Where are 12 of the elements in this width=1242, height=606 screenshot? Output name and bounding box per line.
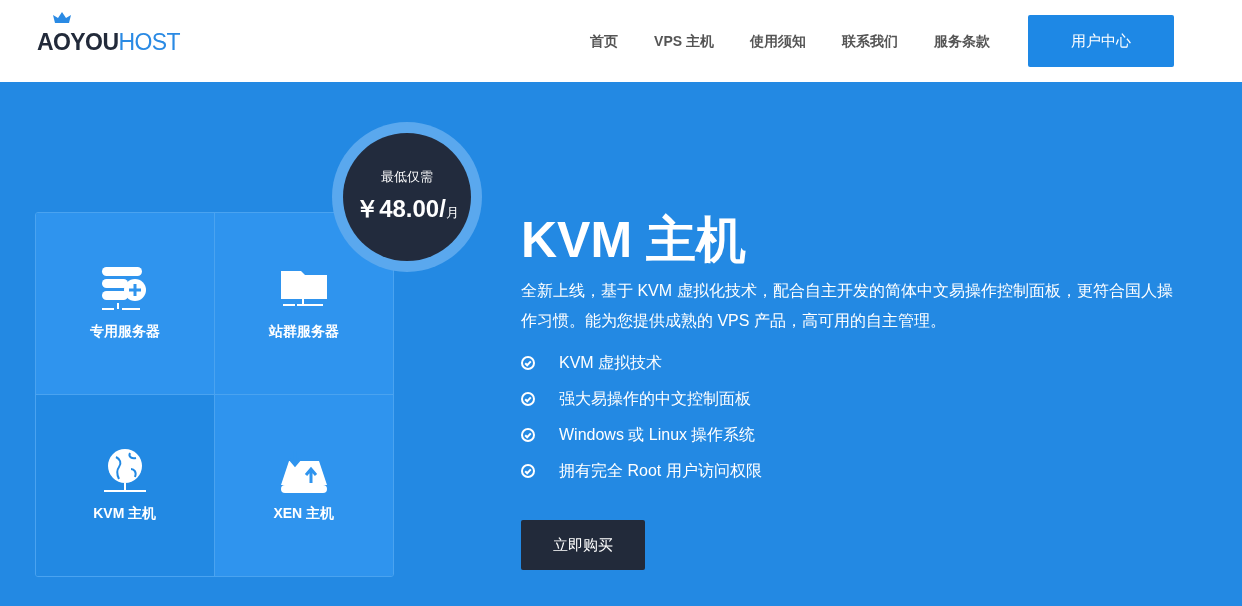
price-caption: 最低仅需 [381, 168, 433, 187]
feature-text: 强大易操作的中文控制面板 [559, 389, 751, 409]
feature-text: KVM 虚拟技术 [559, 353, 663, 373]
tile-label: 专用服务器 [89, 321, 160, 341]
tile-label: 站群服务器 [268, 321, 339, 341]
feature-text: 拥有完全 Root 用户访问权限 [559, 461, 762, 481]
hero-title: KVM 主机 [521, 211, 747, 270]
feature-text: Windows 或 Linux 操作系统 [559, 425, 756, 445]
price-unit: 月 [445, 204, 459, 222]
tile-label: KVM 主机 [93, 503, 157, 523]
hero-description: 全新上线，基于 KVM 虚拟化技术，配合自主开发的简体中文易操作控制面板，更符合国人操作习惯。能为您提供成熟的 VPS 产品，高可用的自主管理。 [521, 281, 1174, 331]
tile-label: XEN 主机 [273, 503, 335, 523]
